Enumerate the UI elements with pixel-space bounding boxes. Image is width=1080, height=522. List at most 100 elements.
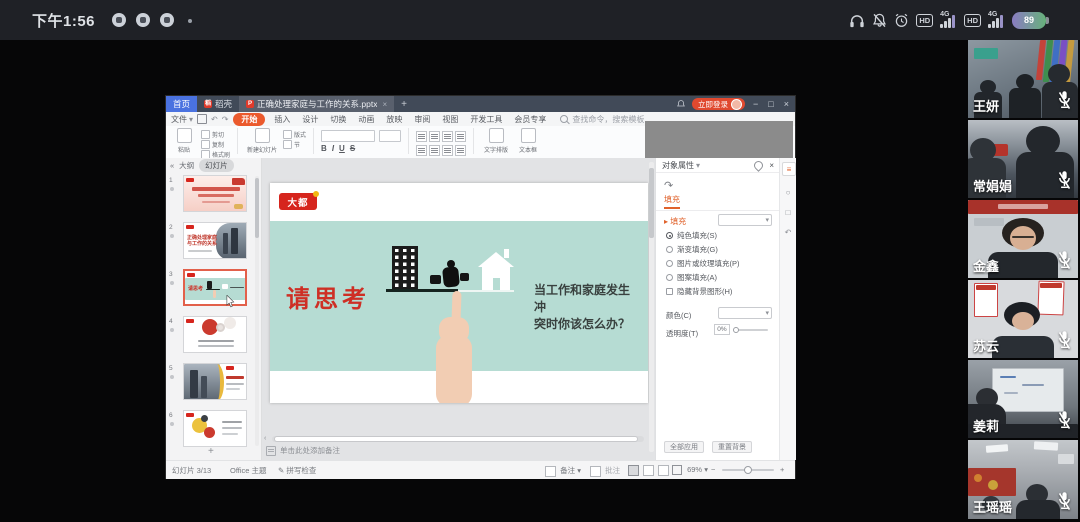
participant-tile[interactable]: 金鑫	[968, 200, 1078, 278]
command-search-input[interactable]: 查找命令，搜索模板	[560, 114, 644, 125]
new-tab-button[interactable]: +	[394, 96, 414, 112]
underline-button[interactable]: U	[339, 144, 345, 153]
notes-toggle[interactable]: 备注 ▾	[545, 465, 581, 477]
spellcheck-status[interactable]: ✎ 拼写检查	[278, 465, 316, 476]
minimize-button[interactable]: −	[751, 96, 760, 112]
reset-background-button[interactable]: 重置背景	[712, 441, 752, 453]
theme-name[interactable]: Office 主题	[230, 465, 267, 476]
refresh-tool-icon[interactable]: ↶	[782, 226, 794, 238]
horizontal-scrollbar[interactable]: ‹ ›	[264, 435, 652, 443]
restore-button[interactable]: □	[766, 96, 775, 112]
tab-home[interactable]: 首页	[166, 96, 197, 112]
caret-down-icon[interactable]: ▾	[696, 161, 700, 170]
vertical-scrollbar[interactable]	[649, 162, 654, 452]
ribbon-tab-review[interactable]: 审阅	[408, 114, 436, 125]
numbering-icon[interactable]	[429, 145, 440, 156]
zoom-out-button[interactable]: −	[711, 465, 715, 474]
ribbon-tab-transition[interactable]: 切换	[324, 114, 352, 125]
tab-document[interactable]: P 正确处理家庭与工作的关系.pptx ×	[239, 96, 394, 112]
slides-tab[interactable]: 幻灯片	[199, 159, 234, 172]
thumbnail-scrollbar[interactable]	[255, 176, 259, 446]
section-button[interactable]: 节	[283, 140, 306, 149]
bullets-icon[interactable]	[416, 145, 427, 156]
file-menu[interactable]: 文件	[171, 114, 187, 125]
notes-placeholder[interactable]: 单击此处添加备注	[266, 445, 340, 456]
paste-button[interactable]: 粘贴	[171, 128, 197, 154]
participant-tile[interactable]: 王瑶瑶	[968, 440, 1078, 519]
align-left-icon[interactable]	[416, 131, 427, 142]
new-slide-button[interactable]: 新建幻灯片	[245, 128, 279, 154]
justify-icon[interactable]	[455, 131, 466, 142]
italic-button[interactable]: I	[332, 144, 334, 153]
ribbon-tab-devtools[interactable]: 开发工具	[464, 114, 508, 125]
slide-thumbnail-3-selected[interactable]: 3 请思考	[166, 269, 261, 309]
ribbon-tab-slideshow[interactable]: 放映	[380, 114, 408, 125]
close-window-button[interactable]: ×	[782, 96, 791, 112]
zoom-slider-handle[interactable]	[744, 466, 752, 474]
ribbon-tab-animation[interactable]: 动画	[352, 114, 380, 125]
color-dropdown[interactable]: ▾	[718, 307, 772, 319]
slide-thumbnail-2[interactable]: 2 正确处理家庭 与工作的关系	[166, 222, 261, 262]
ribbon-tab-view[interactable]: 视图	[436, 114, 464, 125]
ribbon-tab-design[interactable]: 设计	[296, 114, 324, 125]
ribbon-tab-member[interactable]: 会员专享	[508, 114, 552, 125]
align-right-icon[interactable]	[442, 131, 453, 142]
align-center-icon[interactable]	[429, 131, 440, 142]
sorter-view-button[interactable]	[643, 465, 654, 476]
ribbon-tab-start[interactable]: 开始	[233, 113, 265, 126]
close-panel-icon[interactable]: ×	[769, 161, 774, 170]
layout-button[interactable]: 版式	[283, 130, 306, 139]
line-spacing-icon[interactable]	[455, 145, 466, 156]
login-button[interactable]: 立即登录	[692, 98, 745, 110]
fill-preset-dropdown[interactable]: ▾	[718, 214, 772, 226]
slide-thumbnail-5[interactable]: 5	[166, 363, 261, 403]
announcement-bell-icon[interactable]	[676, 99, 686, 109]
tab-docer[interactable]: 稻 稻壳	[197, 96, 239, 112]
shape-refresh-icon[interactable]: ↷	[664, 179, 673, 192]
slide-canvas[interactable]: 大都 请思考 当工作和家庭发生冲	[270, 183, 648, 403]
fill-tab[interactable]: 填充	[664, 194, 680, 209]
fill-option-pattern[interactable]: 图案填充(A)	[666, 272, 717, 283]
font-size-select[interactable]	[379, 130, 401, 142]
add-slide-button[interactable]: +	[208, 446, 214, 457]
text-box-button[interactable]: 文本框	[515, 128, 541, 154]
close-document-icon[interactable]: ×	[382, 100, 387, 109]
text-layout-button[interactable]: 文字排版	[481, 128, 511, 154]
participant-tile[interactable]: 苏云	[968, 280, 1078, 358]
caret-right-icon[interactable]: ▸	[664, 217, 668, 226]
bold-button[interactable]: B	[321, 144, 327, 153]
zoom-level[interactable]: 69% ▾	[672, 465, 708, 475]
fill-option-picture[interactable]: 图片或纹理填充(P)	[666, 258, 740, 269]
font-name-select[interactable]	[321, 130, 375, 142]
participant-tile[interactable]: 姜莉	[968, 360, 1078, 438]
outline-tab[interactable]: 大纲	[179, 160, 194, 171]
participant-tile[interactable]: 王妍	[968, 40, 1078, 118]
participant-tile[interactable]: 常娟娟	[968, 120, 1078, 198]
slide-thumbnail-1[interactable]: 1	[166, 175, 261, 215]
transparency-slider-handle[interactable]	[733, 327, 739, 333]
fill-option-solid[interactable]: 纯色填充(S)	[666, 230, 717, 241]
apply-all-button[interactable]: 全部应用	[664, 441, 704, 453]
zoom-in-button[interactable]: +	[780, 465, 784, 474]
reading-view-button[interactable]	[658, 465, 669, 476]
copy-button[interactable]: 复制	[201, 140, 230, 149]
pin-icon[interactable]	[752, 159, 765, 172]
redo-icon[interactable]: ↷	[222, 115, 229, 124]
slide-thumbnail-4[interactable]: 4	[166, 316, 261, 356]
caret-down-icon[interactable]: ▾	[189, 115, 193, 124]
indent-icon[interactable]	[442, 145, 453, 156]
save-icon[interactable]	[197, 114, 207, 124]
animation-tool-icon[interactable]: ○	[782, 186, 794, 198]
ribbon-tab-insert[interactable]: 插入	[268, 114, 296, 125]
collapse-panel-button[interactable]: «	[170, 161, 174, 170]
transparency-value[interactable]: 0%	[714, 324, 730, 335]
shape-tool-icon[interactable]: □	[782, 206, 794, 218]
properties-tool-icon[interactable]: ≡	[782, 162, 796, 176]
normal-view-button[interactable]	[628, 465, 639, 476]
fill-option-gradient[interactable]: 渐变填充(G)	[666, 244, 718, 255]
cut-button[interactable]: 剪切	[201, 130, 230, 139]
undo-icon[interactable]: ↶	[211, 115, 218, 124]
slide-thumbnail-6[interactable]: 6	[166, 410, 261, 450]
comments-toggle[interactable]: 批注	[590, 465, 620, 477]
strikethrough-button[interactable]: S	[350, 144, 355, 153]
